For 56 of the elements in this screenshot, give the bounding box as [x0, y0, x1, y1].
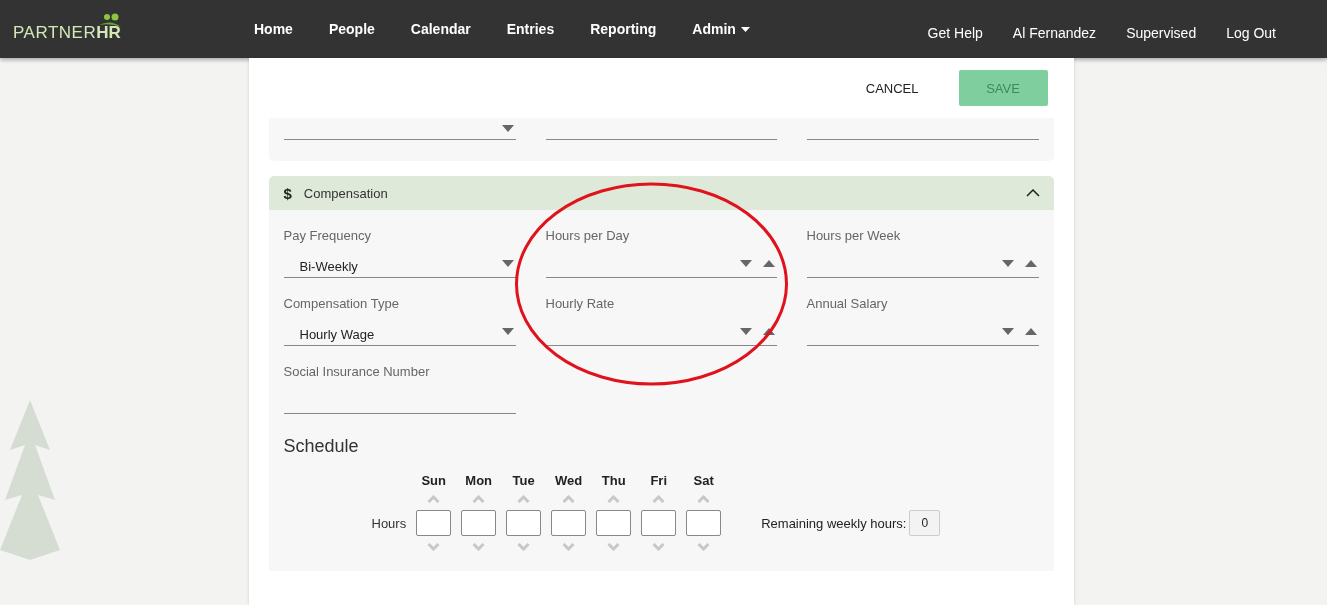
field-label: Social Insurance Number: [283, 363, 431, 379]
caret-down-icon: [739, 259, 752, 267]
caret-up-icon: [762, 327, 775, 335]
nav-link[interactable]: Supervised: [1111, 24, 1212, 41]
nav-link[interactable]: People: [310, 21, 393, 37]
day-header: Wed: [554, 473, 584, 488]
remaining-label: Remaining weekly hours:: [761, 515, 907, 531]
hours-input[interactable]: [551, 510, 587, 536]
day-header: Sun: [420, 473, 447, 488]
caret-down-icon: [1001, 259, 1014, 267]
section-header[interactable]: $ Compensation: [268, 176, 1054, 210]
caret-down-icon: [501, 327, 514, 335]
nav-link[interactable]: Home: [236, 21, 311, 37]
hours-input[interactable]: [506, 510, 542, 536]
schedule-heading: Schedule: [283, 436, 360, 457]
day-header: Thu: [600, 473, 627, 488]
field-label: Compensation Type: [283, 295, 400, 311]
hours-input[interactable]: [686, 510, 722, 536]
logo-text: PARTNER: [13, 23, 97, 43]
caret-down-icon: [501, 259, 514, 267]
caret-down-icon: [501, 125, 514, 132]
caret-down-icon: [739, 327, 752, 335]
day-header: Tue: [511, 473, 536, 488]
nav-link[interactable]: Reporting: [572, 21, 675, 37]
caret-up-icon: [1024, 327, 1037, 335]
cancel-button[interactable]: CANCEL: [859, 70, 925, 106]
nav-link[interactable]: Al Fernandez: [997, 24, 1112, 41]
nav-link[interactable]: Entries: [488, 21, 573, 37]
row-label: Hours: [371, 515, 407, 531]
field-label: Annual Salary: [806, 295, 889, 311]
section-title: Compensation: [303, 185, 388, 201]
chevron-up-icon[interactable]: [1025, 189, 1040, 197]
select-field[interactable]: Bi-Weekly: [283, 249, 516, 278]
day-header: Sat: [692, 473, 715, 488]
hours-input[interactable]: [641, 510, 677, 536]
people-logo-icon: [99, 13, 121, 27]
hours-input[interactable]: [461, 510, 497, 536]
hours-input[interactable]: [416, 510, 452, 536]
day-header: Fri: [649, 473, 668, 488]
nav-link[interactable]: Admin: [674, 21, 768, 37]
nav-link[interactable]: Calendar: [392, 21, 489, 37]
dollar-icon: $: [283, 184, 292, 202]
select-field[interactable]: Hourly Wage: [283, 317, 516, 346]
day-header: Mon: [464, 473, 494, 488]
caret-up-icon: [1024, 259, 1037, 267]
nav-link[interactable]: Get Help: [912, 24, 998, 41]
field-label: Hourly Rate: [545, 295, 616, 311]
remaining-value: 0: [909, 510, 941, 536]
nav-link[interactable]: Log Out: [1211, 24, 1291, 41]
hours-input[interactable]: [596, 510, 632, 536]
field-label: Hours per Week: [806, 227, 902, 243]
logo-text-bold: HR: [96, 23, 121, 43]
field-label: Pay Frequency: [283, 227, 372, 243]
caret-up-icon: [762, 259, 775, 267]
field-label: Hours per Day: [545, 227, 631, 243]
caret-down-icon: [1001, 327, 1014, 335]
